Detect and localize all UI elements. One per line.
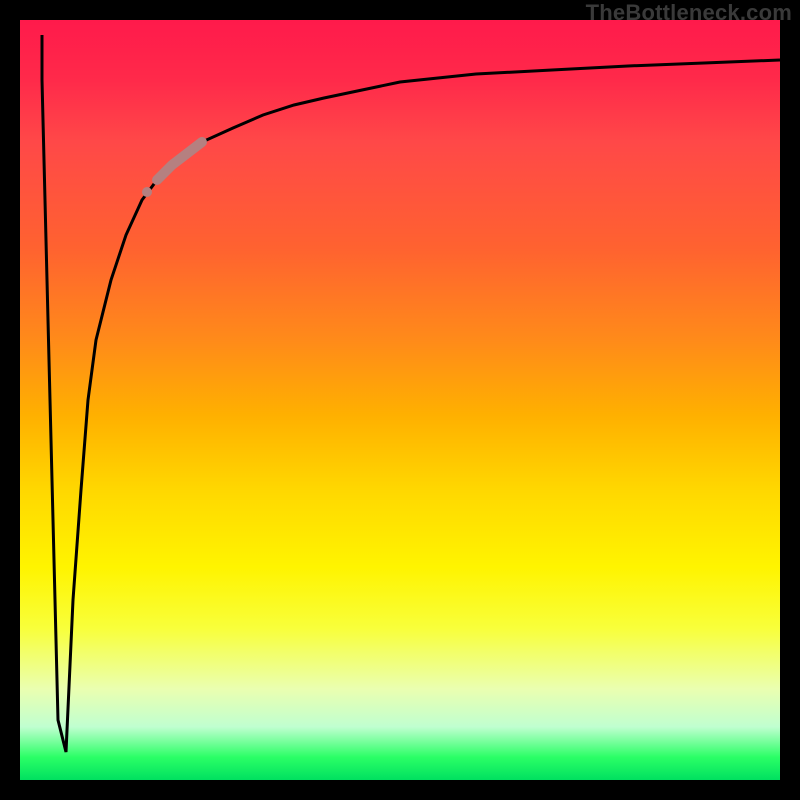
curve-layer xyxy=(20,20,780,780)
bottleneck-curve xyxy=(42,35,780,752)
plot-area xyxy=(20,20,780,780)
chart-frame: TheBottleneck.com xyxy=(0,0,800,800)
highlight-dot xyxy=(142,187,152,197)
highlight-segment xyxy=(157,142,202,180)
